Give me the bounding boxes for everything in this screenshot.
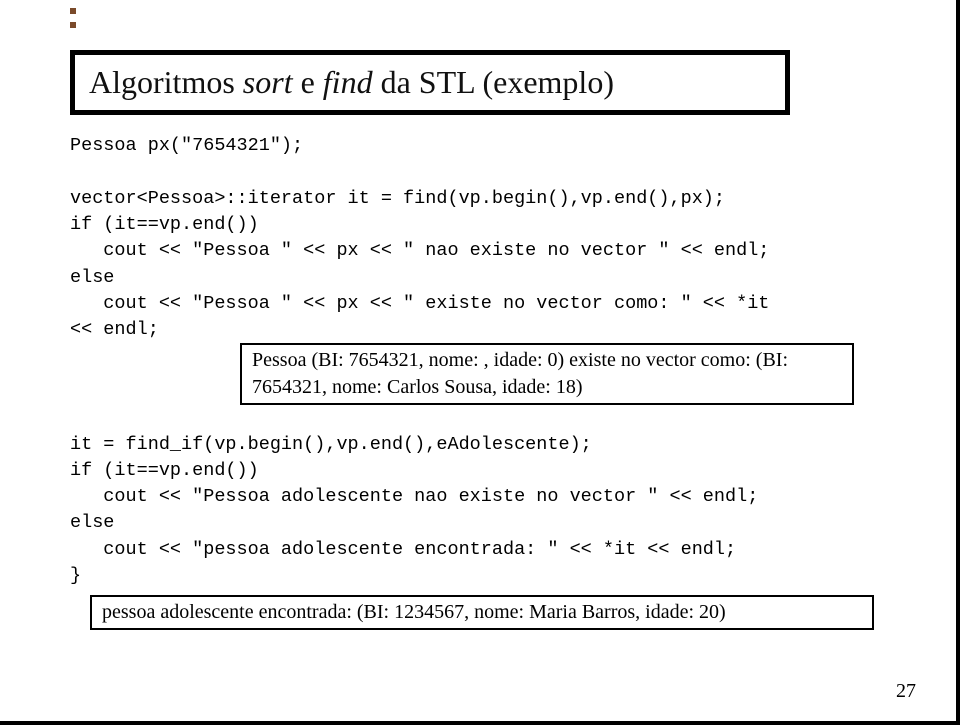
code-line: if (it==vp.end()) [70,460,259,481]
title-italic: sort [243,64,293,100]
bullet-icon [70,8,76,14]
code-line: vector<Pessoa>::iterator it = find(vp.be… [70,188,725,209]
code-block: Pessoa px("7654321"); vector<Pessoa>::it… [70,133,906,630]
code-line: else [70,267,114,288]
code-line: } [70,565,81,586]
output-text: pessoa adolescente encontrada: (BI: 1234… [102,601,726,623]
decorative-bullets [70,8,76,28]
bullet-icon [70,22,76,28]
code-line: if (it==vp.end()) [70,214,259,235]
title-italic: find [323,64,373,100]
code-line: cout << "Pessoa " << px << " nao existe … [70,240,769,261]
output-text: Pessoa (BI: 7654321, nome: , idade: 0) e… [252,349,788,398]
title-text: Algoritmos [89,64,243,100]
code-line: cout << "Pessoa adolescente nao existe n… [70,486,758,507]
title-box: Algoritmos sort e find da STL (exemplo) [70,50,790,115]
code-line: else [70,512,114,533]
output-box: Pessoa (BI: 7654321, nome: , idade: 0) e… [240,343,854,405]
page-number: 27 [896,680,916,703]
code-line: cout << "Pessoa " << px << " existe no v… [70,293,769,314]
slide-title: Algoritmos sort e find da STL (exemplo) [89,65,771,100]
code-line: cout << "pessoa adolescente encontrada: … [70,539,736,560]
title-text: e [293,64,323,100]
code-line: << endl; [70,319,159,340]
slide: Algoritmos sort e find da STL (exemplo) … [0,0,960,725]
title-text: da STL (exemplo) [373,64,614,100]
code-line: Pessoa px("7654321"); [70,135,303,156]
output-box: pessoa adolescente encontrada: (BI: 1234… [90,595,874,630]
code-line: it = find_if(vp.begin(),vp.end(),eAdoles… [70,434,592,455]
